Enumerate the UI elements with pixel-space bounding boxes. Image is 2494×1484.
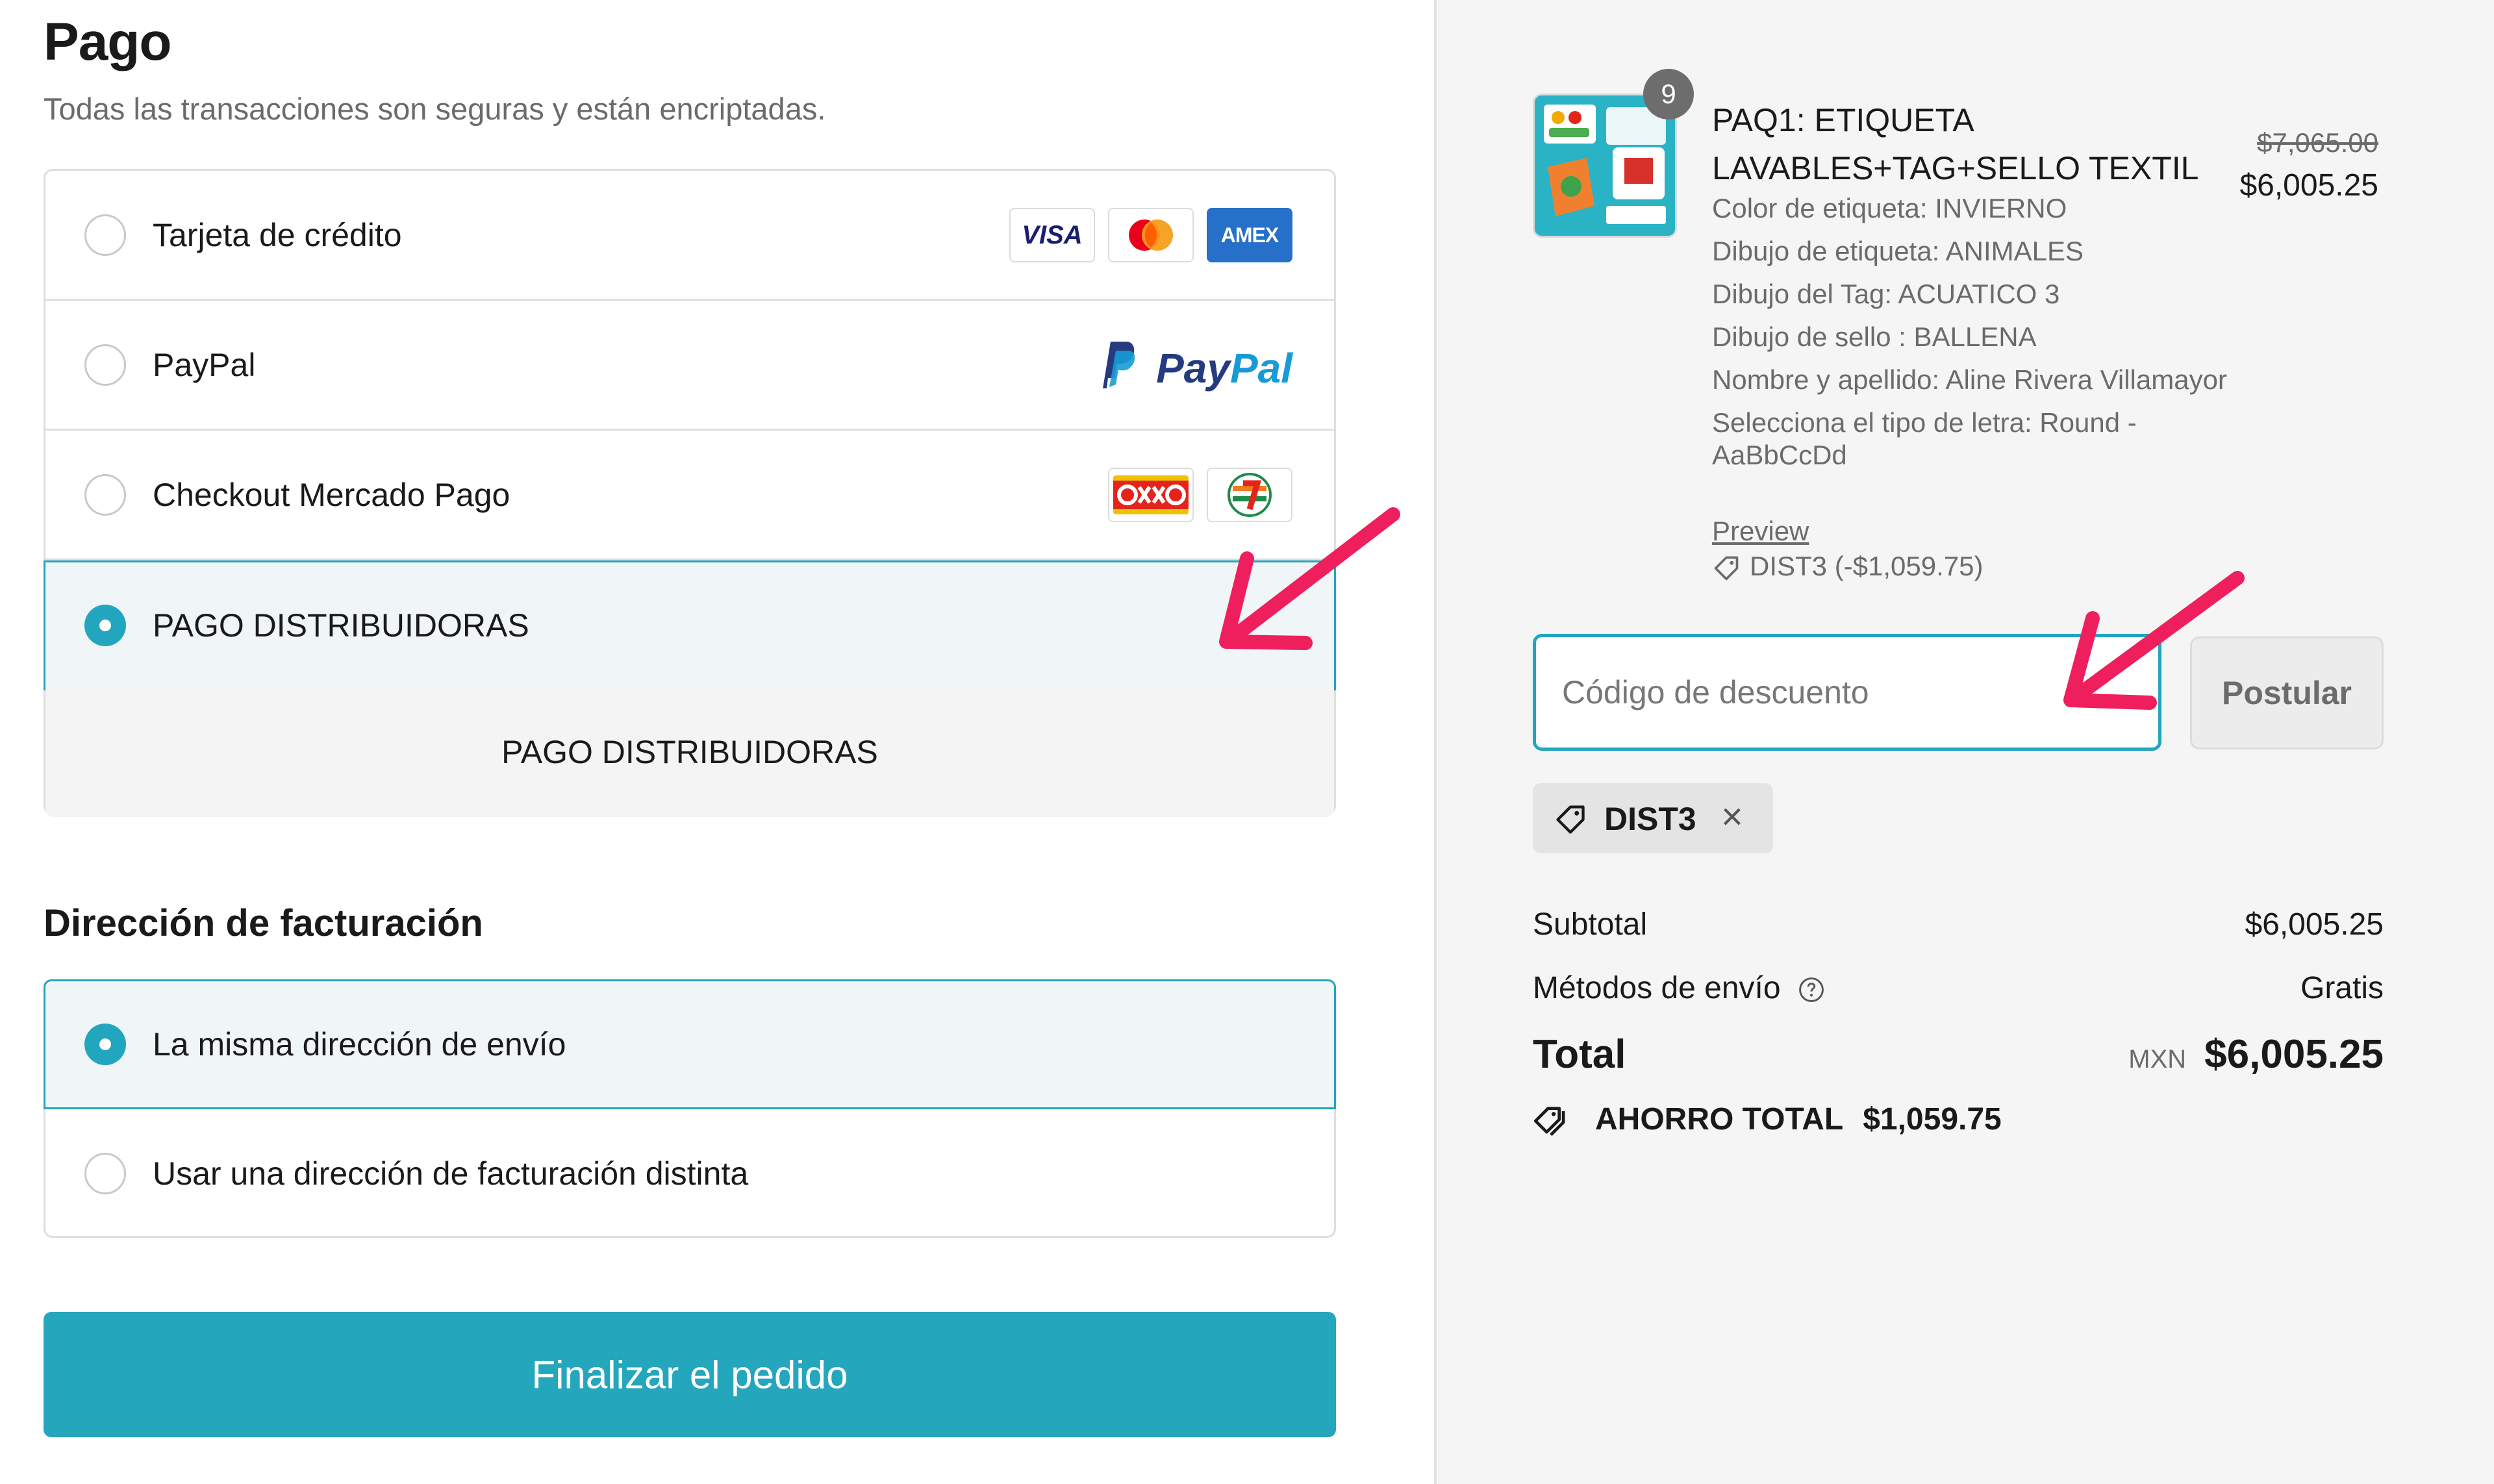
- billing-title: Dirección de facturación: [44, 902, 483, 944]
- billing-option-label: La misma dirección de envío: [153, 1026, 566, 1063]
- payment-title: Pago: [44, 12, 171, 71]
- product-property: Nombre y apellido: Aline Rivera Villamay…: [1712, 364, 2227, 395]
- billing-option-different[interactable]: Usar una dirección de facturación distin…: [45, 1109, 1334, 1238]
- product-price-original: $7,065.00: [2257, 127, 2378, 158]
- radio-billing-different[interactable]: [84, 1153, 126, 1194]
- annotation-arrow-discount: [2063, 571, 2245, 710]
- help-icon[interactable]: [1797, 975, 1826, 1004]
- tag-icon: [1556, 805, 1585, 834]
- subtotal-label: Subtotal: [1533, 907, 1648, 942]
- order-summary: 9 PAQ1: ETIQUETA LAVABLES+TAG+SELLO TEXT…: [1434, 0, 2494, 1484]
- subtotal-value: $6,005.25: [2245, 907, 2384, 942]
- savings-tag-icon: [1533, 1107, 1565, 1137]
- payment-subtitle: Todas las transacciones son seguras y es…: [44, 92, 826, 126]
- total-label: Total: [1533, 1032, 1626, 1077]
- payment-methods: Tarjeta de crédito VISA AMEX PayPal PayP…: [44, 169, 1336, 817]
- annotation-arrow-payment: [1219, 507, 1400, 650]
- subtotal-row: Subtotal $6,005.25: [1533, 907, 2384, 942]
- payment-option-distribuidoras[interactable]: PAGO DISTRIBUIDORAS: [44, 560, 1336, 690]
- payment-option-detail: PAGO DISTRIBUIDORAS: [45, 687, 1334, 817]
- product-properties: Color de etiqueta: INVIERNO Dibujo de et…: [1712, 192, 2245, 482]
- payment-option-label: Checkout Mercado Pago: [153, 476, 510, 513]
- radio-mercado-pago[interactable]: [84, 473, 126, 516]
- total-savings: AHORRO TOTAL $1,059.75: [1533, 1101, 2002, 1138]
- amex-icon: AMEX: [1207, 207, 1292, 262]
- payment-detail-text: PAGO DISTRIBUIDORAS: [501, 734, 878, 770]
- submit-order-button[interactable]: Finalizar el pedido: [44, 1312, 1336, 1437]
- remove-discount-icon[interactable]: ×: [1721, 795, 1743, 838]
- billing-option-same[interactable]: La misma dirección de envío: [44, 979, 1336, 1109]
- payment-option-paypal[interactable]: PayPal PayPal: [45, 301, 1334, 431]
- shipping-label: Métodos de envío: [1533, 971, 1781, 1005]
- payment-option-label: PayPal: [153, 346, 256, 383]
- oxxo-icon: [1108, 467, 1194, 522]
- payment-option-mercado-pago[interactable]: Checkout Mercado Pago: [45, 431, 1334, 560]
- total-row: Total MXN $6,005.25: [1533, 1031, 2384, 1077]
- product-property: Dibujo del Tag: ACUATICO 3: [1712, 279, 2060, 309]
- payment-option-label: Tarjeta de crédito: [153, 216, 402, 253]
- preview-link[interactable]: Preview: [1712, 516, 1809, 547]
- shipping-row: Métodos de envío Gratis: [1533, 970, 2384, 1006]
- product-property: Dibujo de sello : BALLENA: [1712, 321, 2037, 352]
- item-discount: DIST3 (-$1,059.75): [1712, 551, 1984, 583]
- radio-billing-same[interactable]: [84, 1024, 126, 1065]
- billing-address-options: La misma dirección de envío Usar una dir…: [44, 979, 1336, 1238]
- radio-paypal[interactable]: [84, 344, 126, 386]
- payment-option-credit-card[interactable]: Tarjeta de crédito VISA AMEX: [45, 171, 1334, 301]
- quantity-badge: 9: [1643, 69, 1694, 119]
- currency-code: MXN: [2128, 1045, 2187, 1074]
- product-property: Selecciona el tipo de letra: Round - AaB…: [1712, 407, 2137, 470]
- applied-discount-chip: DIST3 ×: [1533, 783, 1773, 853]
- tag-icon: [1714, 556, 1739, 581]
- checkout-main: Pago Todas las transacciones son seguras…: [0, 0, 1434, 1484]
- payment-option-label: PAGO DISTRIBUIDORAS: [153, 607, 529, 644]
- mastercard-icon: [1108, 207, 1194, 262]
- paypal-logo: PayPal: [1098, 339, 1292, 392]
- total-value: $6,005.25: [2204, 1032, 2384, 1077]
- product-property: Color de etiqueta: INVIERNO: [1712, 193, 2067, 223]
- visa-icon: VISA: [1009, 207, 1095, 262]
- applied-discount-code: DIST3: [1604, 801, 1696, 837]
- product-property: Dibujo de etiqueta: ANIMALES: [1712, 236, 2084, 266]
- product-name: PAQ1: ETIQUETA LAVABLES+TAG+SELLO TEXTIL: [1712, 102, 2199, 186]
- shipping-value: Gratis: [2300, 971, 2384, 1005]
- radio-credit-card[interactable]: [84, 214, 126, 256]
- radio-distribuidoras[interactable]: [84, 605, 126, 646]
- billing-option-label: Usar una dirección de facturación distin…: [153, 1155, 749, 1192]
- product-price-final: $6,005.25: [2239, 168, 2378, 203]
